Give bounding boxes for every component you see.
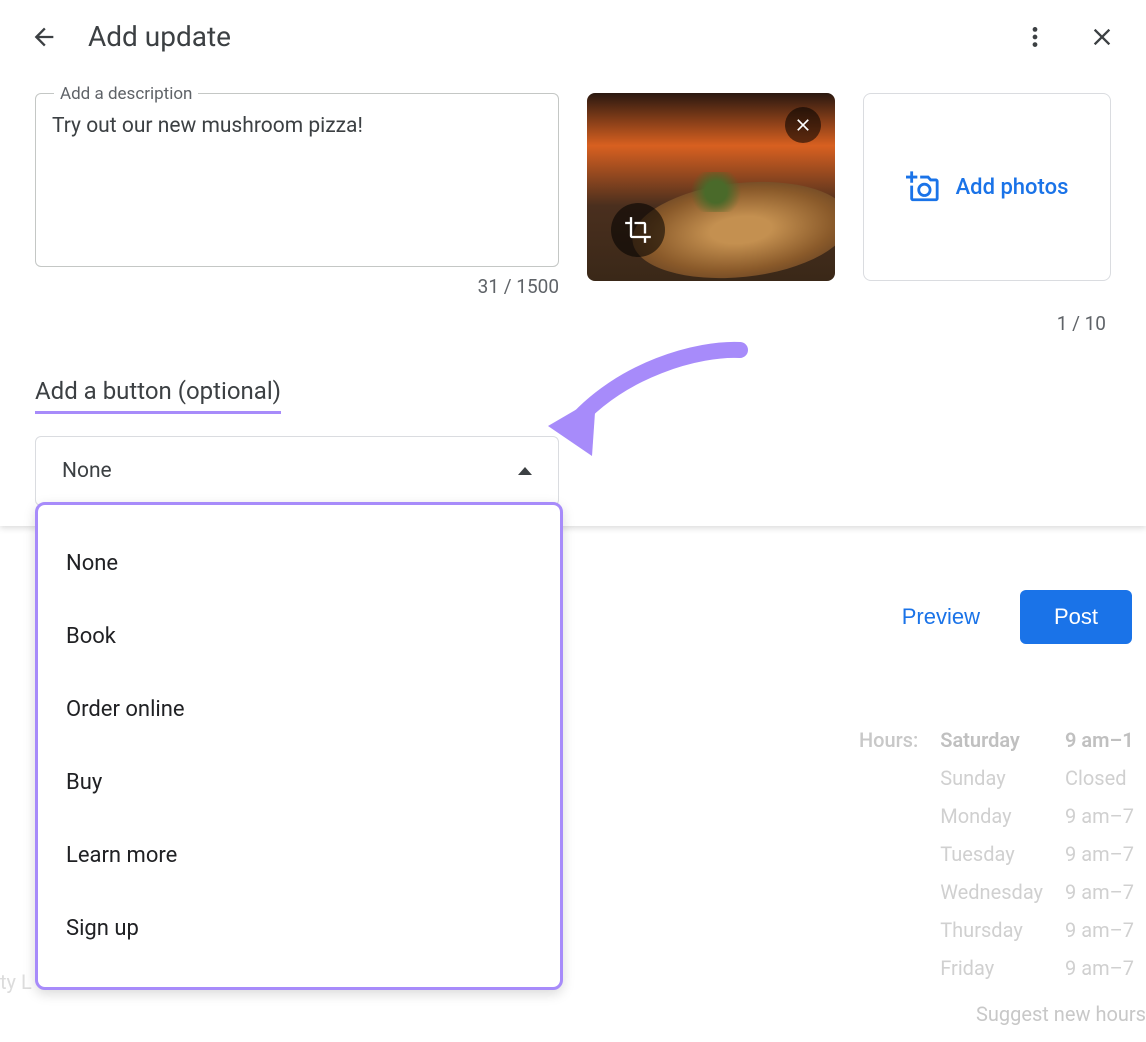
add-update-modal: Add update Add a description 31 / 1500 xyxy=(0,0,1146,526)
preview-button[interactable]: Preview xyxy=(890,590,992,644)
suggest-hours-link[interactable]: Suggest new hours xyxy=(847,988,1146,1026)
char-count: 31 / 1500 xyxy=(35,275,559,298)
add-photos-label: Add photos xyxy=(956,175,1069,200)
photo-count: 1 / 10 xyxy=(0,312,1146,335)
add-button-heading: Add a button (optional) xyxy=(35,377,281,414)
background-hours: Hours:Saturday9 am–1 SundayClosed Monday… xyxy=(847,720,1146,1026)
option-book[interactable]: Book xyxy=(38,600,560,673)
modal-header: Add update xyxy=(0,0,1146,73)
photo-thumbnail[interactable] xyxy=(587,93,835,281)
close-icon[interactable] xyxy=(1088,23,1116,51)
add-photos-button[interactable]: Add photos xyxy=(863,93,1111,281)
page-title: Add update xyxy=(88,20,1022,53)
option-none[interactable]: None xyxy=(38,527,560,600)
description-label: Add a description xyxy=(54,84,198,104)
background-left-text: ty L xyxy=(0,970,32,994)
description-input[interactable] xyxy=(52,114,542,250)
back-arrow-icon[interactable] xyxy=(30,23,58,51)
close-icon xyxy=(793,115,813,135)
add-photo-icon xyxy=(906,170,940,204)
crop-icon xyxy=(624,216,652,244)
remove-photo-button[interactable] xyxy=(785,107,821,143)
option-learn-more[interactable]: Learn more xyxy=(38,819,560,892)
footer-actions: Preview Post xyxy=(890,590,1132,644)
option-buy[interactable]: Buy xyxy=(38,746,560,819)
selected-option: None xyxy=(62,459,112,483)
option-sign-up[interactable]: Sign up xyxy=(38,892,560,965)
button-type-select[interactable]: None xyxy=(35,436,559,506)
option-order-online[interactable]: Order online xyxy=(38,673,560,746)
more-vert-icon[interactable] xyxy=(1022,24,1048,50)
crop-photo-button[interactable] xyxy=(611,203,665,257)
button-type-menu: None Book Order online Buy Learn more Si… xyxy=(35,502,563,990)
description-field[interactable]: Add a description xyxy=(35,93,559,267)
post-button[interactable]: Post xyxy=(1020,590,1132,644)
caret-up-icon xyxy=(518,467,532,475)
